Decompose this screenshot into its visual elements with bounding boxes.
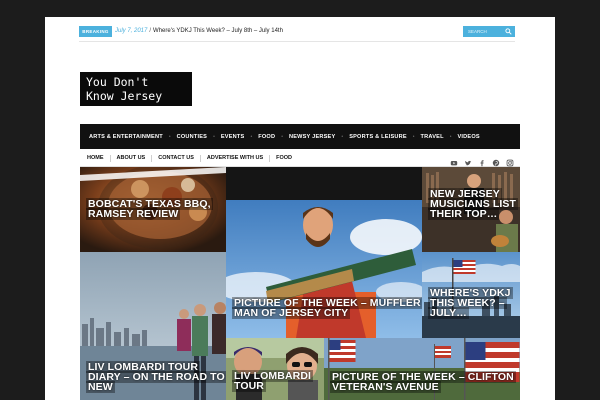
breaking-news-bar: BREAKING July 7, 2017/Where's YDKJ This … (79, 26, 515, 38)
search-input[interactable] (464, 27, 504, 36)
nav-separator: • (168, 133, 171, 140)
nav-sports-leisure[interactable]: SPORTS & LEISURE (349, 134, 407, 140)
tile-title[interactable]: BOBCAT'S TEXAS BBQ, RAMSEY REVIEW (86, 198, 226, 220)
nav-events[interactable]: EVENTS (221, 134, 245, 140)
ticker-headline-link[interactable]: Where's YDKJ This Week? – July 8th – Jul… (153, 28, 283, 34)
nav-separator: • (281, 133, 283, 140)
news-ticker[interactable]: July 7, 2017/Where's YDKJ This Week? – J… (115, 26, 283, 37)
article-tile-tour-diary[interactable]: LIV LOMBARDI TOUR DIARY – ON THE ROAD TO… (80, 252, 226, 400)
tile-title[interactable]: PICTURE OF THE WEEK – CLIFTON VETERAN'S … (330, 371, 520, 393)
subnav-divider (109, 154, 111, 162)
article-tile-bobcat-bbq[interactable]: BOBCAT'S TEXAS BBQ, RAMSEY REVIEW (80, 167, 226, 252)
secondary-navigation: HOME ABOUT US CONTACT US ADVERTISE WITH … (80, 150, 520, 167)
nav-newsy-jersey[interactable]: NEWSY JERSEY (289, 134, 335, 140)
nav-separator: • (449, 133, 452, 140)
article-tile-nj-musicians[interactable]: NEW JERSEY MUSICIANS LIST THEIR TOP… (422, 167, 520, 252)
twitter-icon[interactable] (464, 154, 472, 166)
subnav-divider (151, 154, 153, 162)
social-icons (450, 154, 514, 167)
subnav-contact-us[interactable]: CONTACT US (158, 155, 194, 161)
nav-separator: • (213, 133, 215, 140)
subnav-divider (199, 154, 201, 162)
nav-separator: • (341, 133, 344, 140)
nav-separator: • (250, 133, 253, 140)
youtube-icon[interactable] (450, 154, 458, 166)
tile-title[interactable]: LIV LOMBARDI TOUR (232, 370, 324, 392)
breaking-badge: BREAKING (79, 26, 112, 37)
subnav-advertise[interactable]: ADVERTISE WITH US (207, 155, 263, 161)
subnav-food[interactable]: FOOD (276, 155, 292, 161)
tile-title[interactable]: PICTURE OF THE WEEK – MUFFLER MAN OF JER… (232, 297, 422, 319)
nav-arts-entertainment[interactable]: ARTS & ENTERTAINMENT (89, 134, 163, 140)
subnav-divider (269, 154, 271, 162)
tile-title[interactable]: WHERE'S YDKJ THIS WEEK? – JULY… (428, 287, 520, 319)
ticker-date: July 7, 2017 (115, 28, 148, 34)
instagram-icon[interactable] (506, 154, 514, 167)
article-tile-clifton-veterans[interactable]: PICTURE OF THE WEEK – CLIFTON VETERAN'S … (324, 338, 520, 400)
article-tile-muffler-man[interactable]: PICTURE OF THE WEEK – MUFFLER MAN OF JER… (226, 167, 422, 338)
subnav-about-us[interactable]: ABOUT US (117, 155, 146, 161)
subnav-home[interactable]: HOME (87, 155, 104, 161)
topbar-divider (79, 41, 515, 42)
main-navigation: ARTS & ENTERTAINMENT • COUNTIES • EVENTS… (80, 124, 520, 149)
nav-travel[interactable]: TRAVEL (421, 134, 444, 140)
tile-title[interactable]: NEW JERSEY MUSICIANS LIST THEIR TOP… (428, 188, 520, 220)
article-tile-wheres-ydkj[interactable]: WHERE'S YDKJ THIS WEEK? – JULY… (422, 252, 520, 338)
nav-counties[interactable]: COUNTIES (177, 134, 208, 140)
nav-separator: • (412, 133, 415, 140)
pinterest-icon[interactable] (492, 154, 500, 167)
nav-food[interactable]: FOOD (258, 134, 275, 140)
site-logo[interactable]: You Don't Know Jersey (80, 72, 192, 106)
search-icon[interactable] (505, 28, 512, 35)
search-box[interactable] (463, 26, 515, 37)
tile-title[interactable]: LIV LOMBARDI TOUR DIARY – ON THE ROAD TO… (86, 361, 226, 393)
ticker-separator: / (149, 28, 152, 34)
article-tile-liv-lombardi-tour[interactable]: LIV LOMBARDI TOUR (226, 338, 324, 400)
nav-videos[interactable]: VIDEOS (457, 134, 479, 140)
facebook-icon[interactable] (478, 154, 486, 167)
page: BREAKING July 7, 2017/Where's YDKJ This … (45, 17, 555, 400)
